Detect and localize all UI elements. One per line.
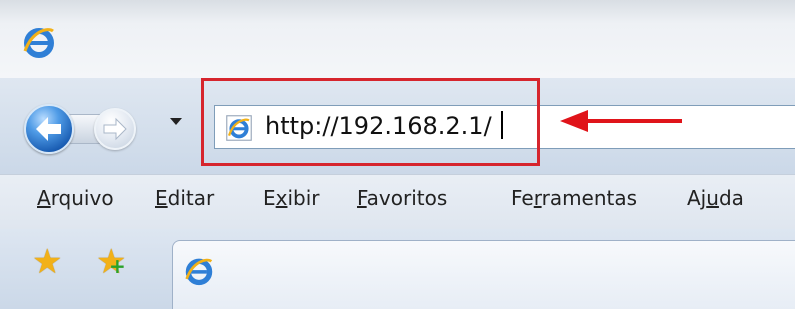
recent-pages-button[interactable]: [170, 118, 182, 125]
browser-window: http://192.168.2.1/ Arquivo Editar Exibi…: [0, 0, 795, 309]
annotation-arrow-head: [560, 110, 588, 132]
browser-tab[interactable]: [172, 240, 795, 309]
title-bar: [0, 0, 795, 78]
menu-item-arquivo[interactable]: Arquivo: [37, 186, 114, 210]
menu-item-exibir[interactable]: Exibir: [263, 186, 320, 210]
annotation-arrow-line: [586, 119, 682, 123]
favorites-star-icon[interactable]: ★: [32, 245, 62, 279]
internet-explorer-icon: [184, 256, 214, 290]
annotation-highlight-box: [201, 78, 540, 166]
forward-button[interactable]: [94, 108, 136, 150]
plus-icon: +: [109, 254, 126, 278]
forward-arrow-icon: [103, 117, 127, 141]
internet-explorer-icon: [22, 25, 56, 63]
back-arrow-icon: [36, 117, 61, 141]
back-button[interactable]: [24, 104, 74, 154]
menu-item-favoritos[interactable]: Favoritos: [357, 186, 447, 210]
menu-item-editar[interactable]: Editar: [155, 186, 214, 210]
menu-item-ajuda[interactable]: Ajuda: [687, 186, 744, 210]
menu-item-ferramentas[interactable]: Ferramentas: [511, 186, 637, 210]
